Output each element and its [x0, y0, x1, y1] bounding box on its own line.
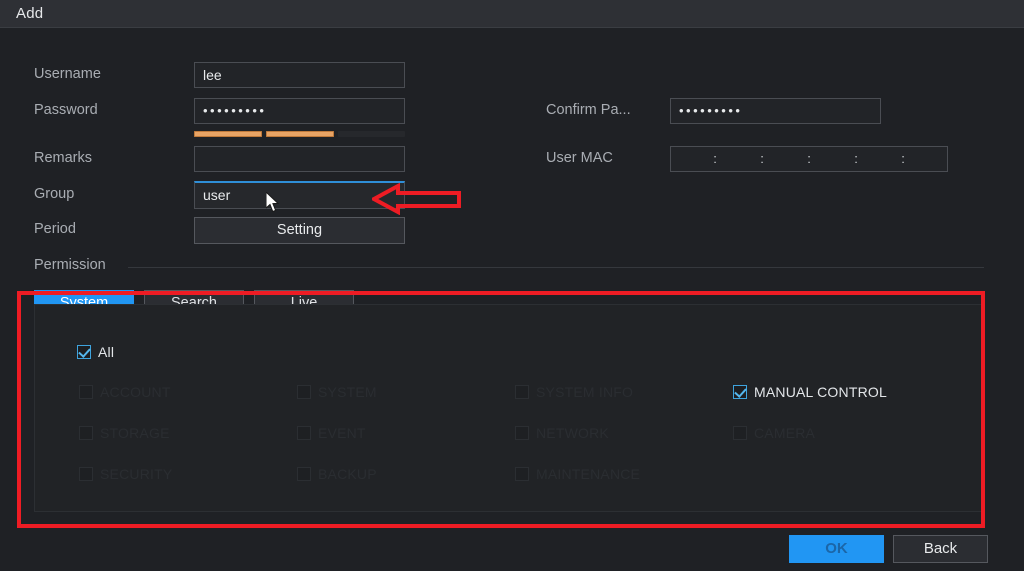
- group-label: Group: [34, 186, 75, 202]
- checkbox-icon[interactable]: [297, 385, 311, 399]
- back-button[interactable]: Back: [893, 535, 988, 563]
- permission-label-manual-control: MANUAL CONTROL: [754, 384, 887, 400]
- password-strength-meter: [194, 131, 405, 137]
- permission-label-storage: STORAGE: [100, 425, 170, 441]
- user-mac-label: User MAC: [546, 150, 613, 166]
- password-strength-segment-2: [266, 131, 334, 137]
- permission-checkbox-system[interactable]: SYSTEM: [297, 384, 377, 400]
- permission-divider: [128, 267, 984, 268]
- group-dropdown[interactable]: user: [194, 181, 405, 209]
- permission-label-account: ACCOUNT: [100, 384, 171, 400]
- permission-checkbox-account[interactable]: ACCOUNT: [79, 384, 171, 400]
- permission-label-system-info: SYSTEM INFO: [536, 384, 634, 400]
- permission-label: Permission: [34, 257, 106, 273]
- confirm-password-label: Confirm Pa...: [546, 102, 631, 118]
- password-label: Password: [34, 102, 98, 118]
- permission-checkbox-system-info[interactable]: SYSTEM INFO: [515, 384, 633, 400]
- username-input[interactable]: lee: [194, 62, 405, 88]
- checkbox-icon[interactable]: [733, 426, 747, 440]
- user-mac-segment-1[interactable]: [671, 147, 712, 171]
- permission-label-maintenance: MAINTENANCE: [536, 466, 641, 482]
- checkbox-icon[interactable]: [733, 385, 747, 399]
- username-label: Username: [34, 66, 101, 82]
- checkbox-icon[interactable]: [79, 467, 93, 481]
- checkbox-icon[interactable]: [297, 467, 311, 481]
- checkbox-icon[interactable]: [79, 385, 93, 399]
- permission-checkbox-event[interactable]: EVENT: [297, 425, 366, 441]
- permission-checkbox-backup[interactable]: BACKUP: [297, 466, 377, 482]
- checkbox-icon[interactable]: [515, 426, 529, 440]
- remarks-label: Remarks: [34, 150, 93, 166]
- confirm-password-input[interactable]: •••••••••: [670, 98, 881, 124]
- permission-label-camera: CAMERA: [754, 425, 816, 441]
- permission-checkbox-manual-control[interactable]: MANUAL CONTROL: [733, 384, 887, 400]
- user-mac-segment-6[interactable]: [906, 147, 947, 171]
- add-user-dialog: Add Username lee Password ••••••••• Conf…: [0, 0, 1024, 571]
- user-mac-segment-5[interactable]: [859, 147, 900, 171]
- dialog-titlebar: Add: [0, 0, 1024, 28]
- user-mac-segment-2[interactable]: [718, 147, 759, 171]
- permission-checkbox-network[interactable]: NETWORK: [515, 425, 609, 441]
- permission-panel: All ACCOUNT SYSTEM SYSTEM INFO MANUAL CO…: [34, 304, 982, 512]
- checkbox-icon[interactable]: [515, 385, 529, 399]
- checkbox-icon[interactable]: [79, 426, 93, 440]
- permission-checkbox-camera[interactable]: CAMERA: [733, 425, 815, 441]
- permission-label-all: All: [98, 344, 115, 360]
- permission-checkbox-maintenance[interactable]: MAINTENANCE: [515, 466, 640, 482]
- user-mac-input[interactable]: : : : : :: [670, 146, 948, 172]
- permission-label-event: EVENT: [318, 425, 366, 441]
- checkbox-icon[interactable]: [77, 345, 91, 359]
- checkbox-icon[interactable]: [297, 426, 311, 440]
- user-mac-segment-3[interactable]: [765, 147, 806, 171]
- checkbox-icon[interactable]: [515, 467, 529, 481]
- user-mac-segment-4[interactable]: [812, 147, 853, 171]
- permission-checkbox-security[interactable]: SECURITY: [79, 466, 172, 482]
- permission-label-network: NETWORK: [536, 425, 609, 441]
- period-label: Period: [34, 221, 76, 237]
- permission-label-system: SYSTEM: [318, 384, 377, 400]
- password-strength-segment-1: [194, 131, 262, 137]
- ok-button[interactable]: OK: [789, 535, 884, 563]
- form-area: Username lee Password ••••••••• Confirm …: [0, 29, 1024, 273]
- permission-checkbox-all[interactable]: All: [77, 344, 114, 360]
- remarks-input[interactable]: [194, 146, 405, 172]
- permission-label-backup: BACKUP: [318, 466, 377, 482]
- password-input[interactable]: •••••••••: [194, 98, 405, 124]
- permission-checkbox-storage[interactable]: STORAGE: [79, 425, 170, 441]
- period-setting-button[interactable]: Setting: [194, 217, 405, 244]
- permission-label-security: SECURITY: [100, 466, 173, 482]
- password-strength-segment-3: [338, 131, 405, 137]
- dialog-title: Add: [16, 5, 44, 22]
